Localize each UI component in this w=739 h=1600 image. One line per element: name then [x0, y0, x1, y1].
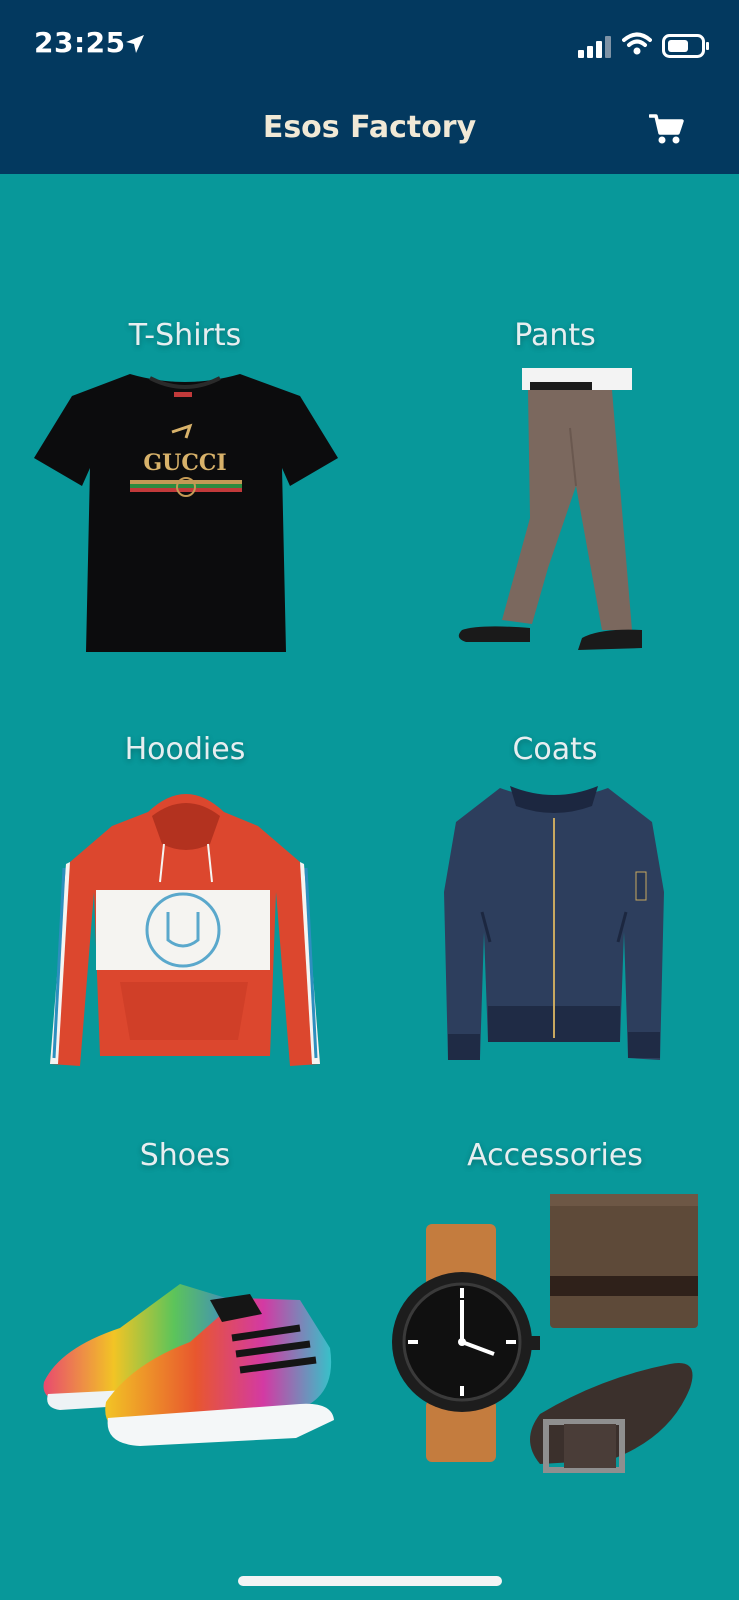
category-label: Hoodies — [124, 732, 246, 767]
wifi-icon — [622, 32, 652, 55]
category-label: Coats — [512, 732, 598, 767]
app-header: 23:25 Esos Factory — [0, 0, 739, 174]
coat-image — [444, 786, 664, 1060]
hoodie-image — [50, 794, 320, 1066]
sneakers-image — [43, 1284, 334, 1446]
category-accessories[interactable]: Accessories — [370, 1138, 739, 1552]
accessories-image — [392, 1194, 698, 1473]
signal-icon — [578, 36, 611, 58]
category-hoodies[interactable]: Hoodies — [0, 732, 370, 1146]
location-arrow-icon — [126, 35, 144, 53]
pants-image — [458, 368, 642, 650]
category-label: Accessories — [467, 1138, 643, 1173]
tshirt-image: GUCCI — [34, 374, 338, 652]
category-shoes[interactable]: Shoes — [0, 1138, 370, 1552]
battery-icon — [662, 34, 709, 58]
category-pants[interactable]: Pants — [370, 318, 739, 732]
category-label: Shoes — [139, 1138, 231, 1173]
home-indicator[interactable] — [238, 1576, 502, 1586]
status-time: 23:25 — [34, 26, 126, 59]
category-tshirts[interactable]: T-Shirts GUCCI — [0, 318, 370, 732]
category-label: T-Shirts — [128, 318, 242, 353]
cart-icon[interactable] — [649, 113, 685, 145]
category-label: Pants — [514, 318, 596, 353]
category-coats[interactable]: Coats — [370, 732, 739, 1146]
page-title: Esos Factory — [262, 110, 477, 145]
tshirt-logo-text: GUCCI — [143, 450, 226, 476]
